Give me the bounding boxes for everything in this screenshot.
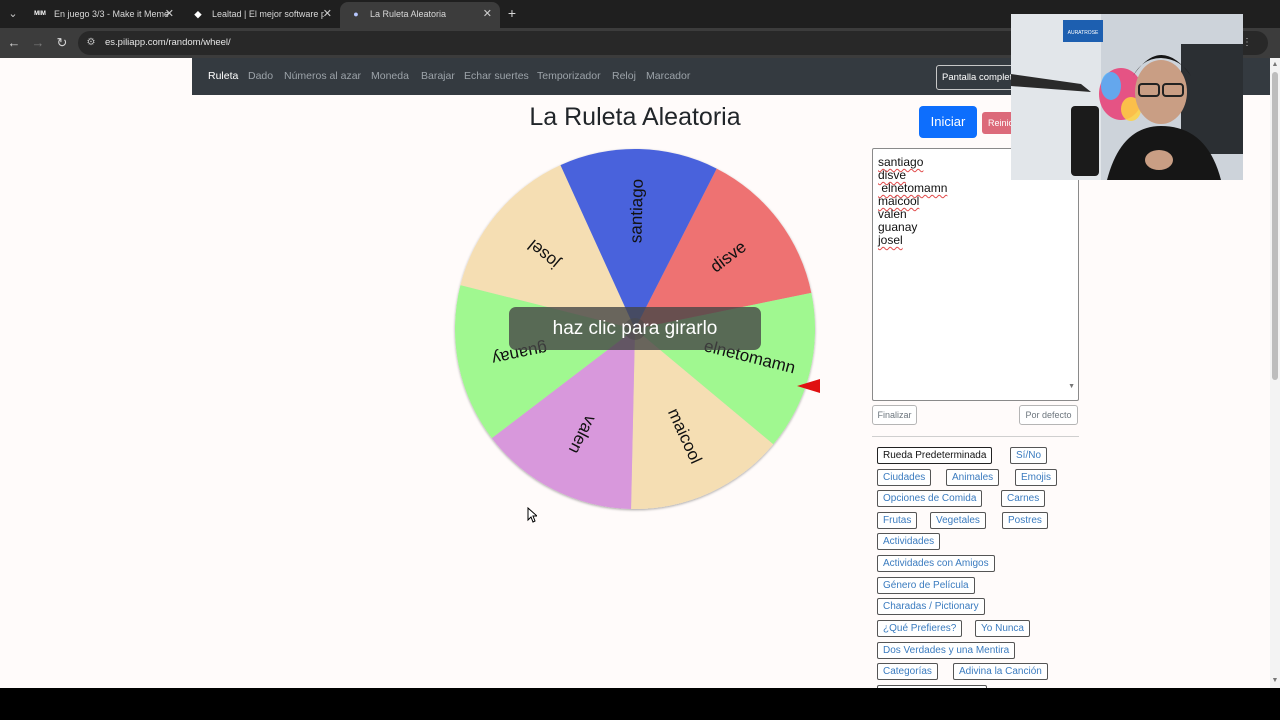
mouse-cursor-icon (527, 507, 537, 523)
preset-two-truths[interactable]: Dos Verdades y una Mentira (877, 642, 1016, 659)
svg-text:AURATROSE: AURATROSE (1068, 30, 1099, 36)
preset-cities[interactable]: Ciudades (877, 469, 932, 486)
names-textarea[interactable]: santiago disve elnetomamn maicool valen … (872, 148, 1079, 401)
nav-echar-suertes[interactable]: Echar suertes (464, 58, 529, 95)
preset-desserts[interactable]: Postres (1002, 512, 1048, 529)
webcam-overlay: AURATROSE (1011, 14, 1243, 180)
preset-would-you-rather[interactable]: ¿Qué Prefieres? (877, 620, 963, 637)
start-button[interactable]: Iniciar (919, 106, 977, 138)
spin-hint[interactable]: haz clic para girarlo (509, 307, 761, 350)
nav-reloj[interactable]: Reloj (612, 58, 636, 95)
forward-icon[interactable]: → (29, 34, 47, 52)
nav-dado[interactable]: Dado (248, 58, 273, 95)
preset-animals[interactable]: Animales (946, 469, 1000, 486)
tab-make-it-meme[interactable]: MIM En juego 3/3 - Make it Meme ✕ (24, 2, 182, 28)
mim-favicon-icon: MIM (34, 11, 46, 17)
preset-fruits[interactable]: Frutas (877, 512, 918, 529)
fullscreen-button[interactable]: Pantalla completa (936, 65, 1016, 90)
scroll-up-icon[interactable]: ▲ (1270, 60, 1280, 70)
tab-search-icon[interactable]: ⌄ (4, 5, 22, 23)
finish-button[interactable]: Finalizar (872, 405, 917, 425)
tab-lealtad[interactable]: ◆ Lealtad | El mejor software para ✕ (182, 2, 340, 28)
preset-charades[interactable]: Charadas / Pictionary (877, 598, 985, 615)
nav-barajar[interactable]: Barajar (421, 58, 455, 95)
preset-movie-genre[interactable]: Género de Película (877, 577, 975, 594)
default-button[interactable]: Por defecto (1019, 405, 1078, 425)
preset-vegetables[interactable]: Vegetales (930, 512, 986, 529)
tab-title: Lealtad | El mejor software para (212, 9, 324, 19)
preset-emojis[interactable]: Emojis (1015, 469, 1058, 486)
nav-numeros-al-azar[interactable]: Números al azar (284, 58, 361, 95)
tab-title: En juego 3/3 - Make it Meme (54, 9, 170, 19)
preset-yes-no[interactable]: Sí/No (1010, 447, 1048, 464)
preset-categories[interactable]: Categorías (877, 663, 938, 680)
nav-moneda[interactable]: Moneda (371, 58, 409, 95)
tab-title: La Ruleta Aleatoria (370, 9, 447, 19)
wheel-segment-label: santiago (626, 179, 646, 244)
nav-temporizador[interactable]: Temporizador (537, 58, 601, 95)
preset-next[interactable] (877, 685, 987, 688)
nav-ruleta[interactable]: Ruleta (208, 58, 238, 95)
page-scrollbar[interactable]: ▲ ▼ (1270, 58, 1280, 688)
preset-meats[interactable]: Carnes (1001, 490, 1046, 507)
tab-ruleta-aleatoria[interactable]: ● La Ruleta Aleatoria ✕ (340, 2, 500, 28)
nav-marcador[interactable]: Marcador (646, 58, 690, 95)
person-face (1135, 60, 1187, 124)
close-tab-icon[interactable]: ✕ (165, 2, 174, 26)
preset-activities-friends[interactable]: Actividades con Amigos (877, 555, 995, 572)
close-tab-icon[interactable]: ✕ (323, 2, 332, 26)
reload-icon[interactable]: ↻ (53, 34, 71, 52)
preset-activities[interactable]: Actividades (877, 533, 941, 550)
piliapp-favicon-icon: ● (353, 9, 359, 19)
divider (872, 436, 1079, 437)
close-tab-icon[interactable]: ✕ (483, 2, 492, 26)
preset-never-have-i[interactable]: Yo Nunca (975, 620, 1030, 637)
back-icon[interactable]: ← (5, 34, 23, 52)
diamond-favicon-icon: ◆ (194, 9, 202, 19)
preset-default-wheel[interactable]: Rueda Predeterminada (877, 447, 993, 464)
name-line: josel (878, 233, 903, 247)
preset-guess-song[interactable]: Adivina la Canción (953, 663, 1048, 680)
new-tab-icon[interactable]: + (505, 5, 519, 21)
scroll-thumb[interactable] (1272, 72, 1278, 380)
page-title: La Ruleta Aleatoria (529, 103, 741, 131)
microphone (1071, 106, 1099, 176)
url-text[interactable]: es.piliapp.com/random/wheel/ (105, 31, 231, 55)
resize-arrow-icon[interactable]: ▼ (1068, 383, 1075, 390)
site-settings-icon[interactable]: ⚙ (84, 36, 98, 50)
preset-food-options[interactable]: Opciones de Comida (877, 490, 983, 507)
scroll-down-icon[interactable]: ▼ (1270, 676, 1280, 686)
